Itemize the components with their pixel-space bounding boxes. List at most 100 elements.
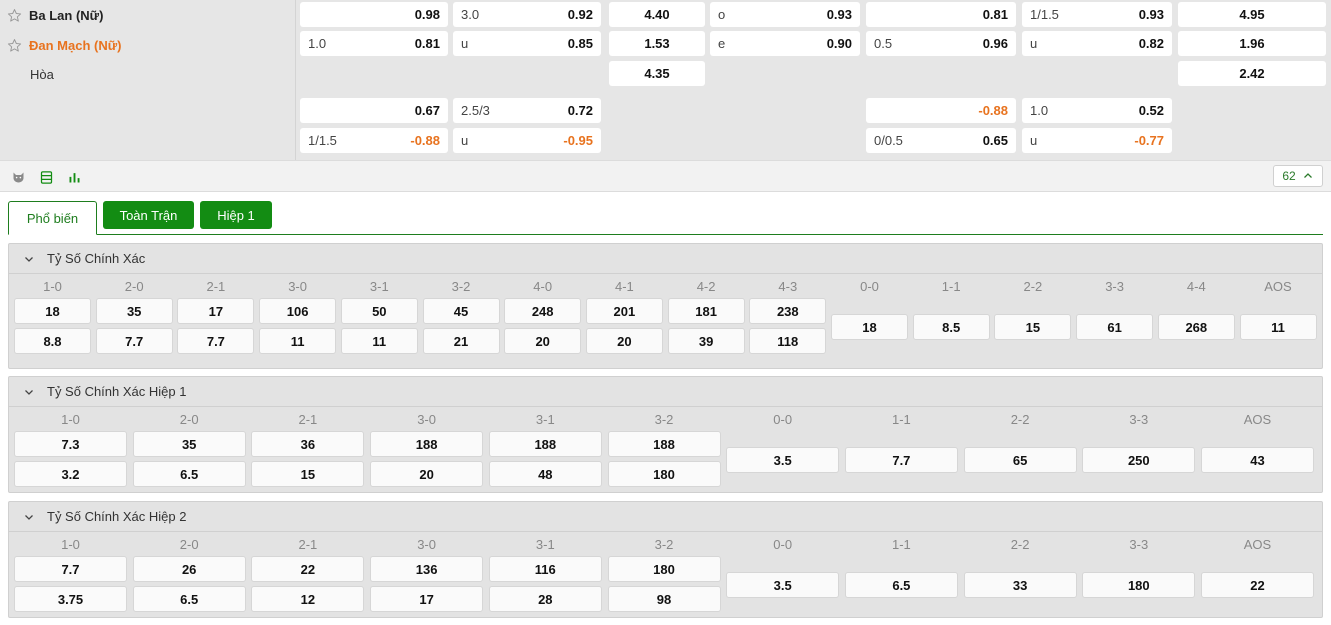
away-score-odds-button[interactable]: 21 bbox=[422, 328, 500, 354]
draw-score-odds-button[interactable]: 18 bbox=[831, 314, 908, 340]
section-header[interactable]: Tỷ Số Chính Xác Hiệp 2 bbox=[9, 502, 1322, 532]
collapse-markets-button[interactable]: 62 bbox=[1273, 165, 1323, 187]
away-score-odds-button[interactable]: 6.5 bbox=[132, 461, 246, 487]
bar-chart-icon[interactable] bbox=[64, 167, 84, 187]
tab-first-half[interactable]: Hiệp 1 bbox=[200, 201, 272, 229]
odds-cell[interactable]: 0.81 bbox=[866, 2, 1016, 27]
odds-cell[interactable]: 1/1.5 0.93 bbox=[1022, 2, 1172, 27]
home-score-odds-button[interactable]: 50 bbox=[340, 298, 418, 324]
draw-score-odds-button[interactable]: 61 bbox=[1076, 314, 1154, 340]
home-score-odds-button[interactable]: 35 bbox=[132, 431, 246, 457]
home-score-odds-button[interactable]: 188 bbox=[488, 431, 602, 457]
section-header[interactable]: Tỷ Số Chính Xác Hiệp 1 bbox=[9, 377, 1322, 407]
odds-cell[interactable]: 0/0.5 0.65 bbox=[866, 128, 1016, 153]
away-score-odds-button[interactable]: 20 bbox=[370, 461, 484, 487]
home-score-odds-button[interactable]: 45 bbox=[422, 298, 500, 324]
odds-cell[interactable]: u -0.95 bbox=[453, 128, 601, 153]
odds-cell[interactable]: u 0.82 bbox=[1022, 31, 1172, 56]
star-icon[interactable] bbox=[3, 5, 25, 25]
score-label: 4-4 bbox=[1186, 279, 1206, 294]
draw-score-odds-button[interactable]: 65 bbox=[963, 447, 1077, 473]
away-score-odds-button[interactable]: 20 bbox=[585, 328, 663, 354]
away-score-odds-button[interactable]: 7.7 bbox=[177, 328, 255, 354]
odds-cell[interactable]: -0.88 bbox=[866, 98, 1016, 123]
home-score-odds-button[interactable]: 7.3 bbox=[14, 431, 127, 457]
odds-cell[interactable]: 4.95 bbox=[1178, 2, 1326, 27]
odds-cell[interactable]: 0.98 bbox=[300, 2, 448, 27]
home-score-odds-button[interactable]: 22 bbox=[251, 556, 365, 582]
away-score-odds-button[interactable]: 39 bbox=[667, 328, 745, 354]
draw-score-odds-button[interactable]: 22 bbox=[1201, 572, 1314, 598]
odds-cell[interactable]: 0.5 0.96 bbox=[866, 31, 1016, 56]
score-label: 3-0 bbox=[417, 537, 436, 552]
home-score-odds-button[interactable]: 188 bbox=[370, 431, 484, 457]
away-score-odds-button[interactable]: 3.2 bbox=[14, 461, 127, 487]
home-score-odds-button[interactable]: 201 bbox=[585, 298, 663, 324]
away-score-odds-button[interactable]: 118 bbox=[749, 328, 827, 354]
odds-value: 0.96 bbox=[982, 36, 1008, 51]
away-score-odds-button[interactable]: 8.8 bbox=[14, 328, 91, 354]
odds-cell[interactable]: 2.5/3 0.72 bbox=[453, 98, 601, 123]
odds-cell[interactable]: 3.0 0.92 bbox=[453, 2, 601, 27]
draw-score-odds-button[interactable]: 3.5 bbox=[726, 572, 840, 598]
star-icon[interactable] bbox=[3, 35, 25, 55]
away-score-odds-button[interactable]: 180 bbox=[607, 461, 721, 487]
draw-score-odds-button[interactable]: 6.5 bbox=[844, 572, 958, 598]
draw-score-odds-button[interactable]: 7.7 bbox=[844, 447, 958, 473]
away-score-odds-button[interactable]: 17 bbox=[370, 586, 484, 612]
home-score-odds-button[interactable]: 35 bbox=[95, 298, 173, 324]
home-score-odds-button[interactable]: 17 bbox=[177, 298, 255, 324]
home-score-odds-button[interactable]: 188 bbox=[607, 431, 721, 457]
away-score-odds-button[interactable]: 3.75 bbox=[14, 586, 127, 612]
home-score-odds-button[interactable]: 36 bbox=[251, 431, 365, 457]
draw-score-odds-button[interactable]: 180 bbox=[1082, 572, 1196, 598]
odds-cell[interactable]: u 0.85 bbox=[453, 31, 601, 56]
draw-score-odds-button[interactable]: 268 bbox=[1157, 314, 1235, 340]
list-icon[interactable] bbox=[36, 167, 56, 187]
odds-cell[interactable]: 1.0 0.52 bbox=[1022, 98, 1172, 123]
draw-score-odds-button[interactable]: 8.5 bbox=[912, 314, 990, 340]
odds-cell[interactable]: 1/1.5 -0.88 bbox=[300, 128, 448, 153]
away-score-odds-button[interactable]: 15 bbox=[251, 461, 365, 487]
away-score-odds-button[interactable]: 98 bbox=[607, 586, 721, 612]
odds-cell[interactable]: o 0.93 bbox=[710, 2, 860, 27]
home-score-odds-button[interactable]: 248 bbox=[504, 298, 582, 324]
draw-score-odds-button[interactable]: 43 bbox=[1201, 447, 1314, 473]
draw-score-odds-button[interactable]: 11 bbox=[1239, 314, 1317, 340]
home-score-odds-button[interactable]: 7.7 bbox=[14, 556, 127, 582]
away-score-odds-button[interactable]: 6.5 bbox=[132, 586, 246, 612]
home-score-odds-button[interactable]: 18 bbox=[14, 298, 91, 324]
home-score-odds-button[interactable]: 181 bbox=[667, 298, 745, 324]
odds-cell[interactable]: 1.96 bbox=[1178, 31, 1326, 56]
odds-cell[interactable]: 4.35 bbox=[609, 61, 705, 86]
away-score-odds-button[interactable]: 11 bbox=[340, 328, 418, 354]
home-score-odds-button[interactable]: 238 bbox=[749, 298, 827, 324]
odds-cell[interactable]: 0.67 bbox=[300, 98, 448, 123]
section-header[interactable]: Tỷ Số Chính Xác bbox=[9, 244, 1322, 274]
fox-icon[interactable] bbox=[8, 167, 28, 187]
tab-full-match[interactable]: Toàn Trận bbox=[103, 201, 194, 229]
odds-cell[interactable]: 1.53 bbox=[609, 31, 705, 56]
away-score-odds-button[interactable]: 11 bbox=[259, 328, 337, 354]
home-score-odds-button[interactable]: 106 bbox=[259, 298, 337, 324]
away-score-odds-button[interactable]: 48 bbox=[488, 461, 602, 487]
home-score-odds-button[interactable]: 180 bbox=[607, 556, 721, 582]
away-score-odds-button[interactable]: 28 bbox=[488, 586, 602, 612]
odds-cell[interactable]: 1.0 0.81 bbox=[300, 31, 448, 56]
odds-cell[interactable]: 2.42 bbox=[1178, 61, 1326, 86]
away-score-odds-button[interactable]: 20 bbox=[504, 328, 582, 354]
odds-cell[interactable]: u -0.77 bbox=[1022, 128, 1172, 153]
odds-cell[interactable]: 4.40 bbox=[609, 2, 705, 27]
draw-score-odds-button[interactable]: 15 bbox=[994, 314, 1072, 340]
home-score-odds-button[interactable]: 26 bbox=[132, 556, 246, 582]
home-score-odds-button[interactable]: 116 bbox=[488, 556, 602, 582]
home-score-odds-button[interactable]: 136 bbox=[370, 556, 484, 582]
draw-score-odds-button[interactable]: 3.5 bbox=[726, 447, 840, 473]
away-score-odds-button[interactable]: 7.7 bbox=[95, 328, 173, 354]
away-score-odds-button[interactable]: 12 bbox=[251, 586, 365, 612]
odds-cell[interactable]: e 0.90 bbox=[710, 31, 860, 56]
draw-score-odds-button[interactable]: 250 bbox=[1082, 447, 1196, 473]
draw-score-odds-button[interactable]: 33 bbox=[963, 572, 1077, 598]
score-label: 3-2 bbox=[654, 537, 674, 552]
tab-popular[interactable]: Phổ biến bbox=[8, 201, 97, 235]
